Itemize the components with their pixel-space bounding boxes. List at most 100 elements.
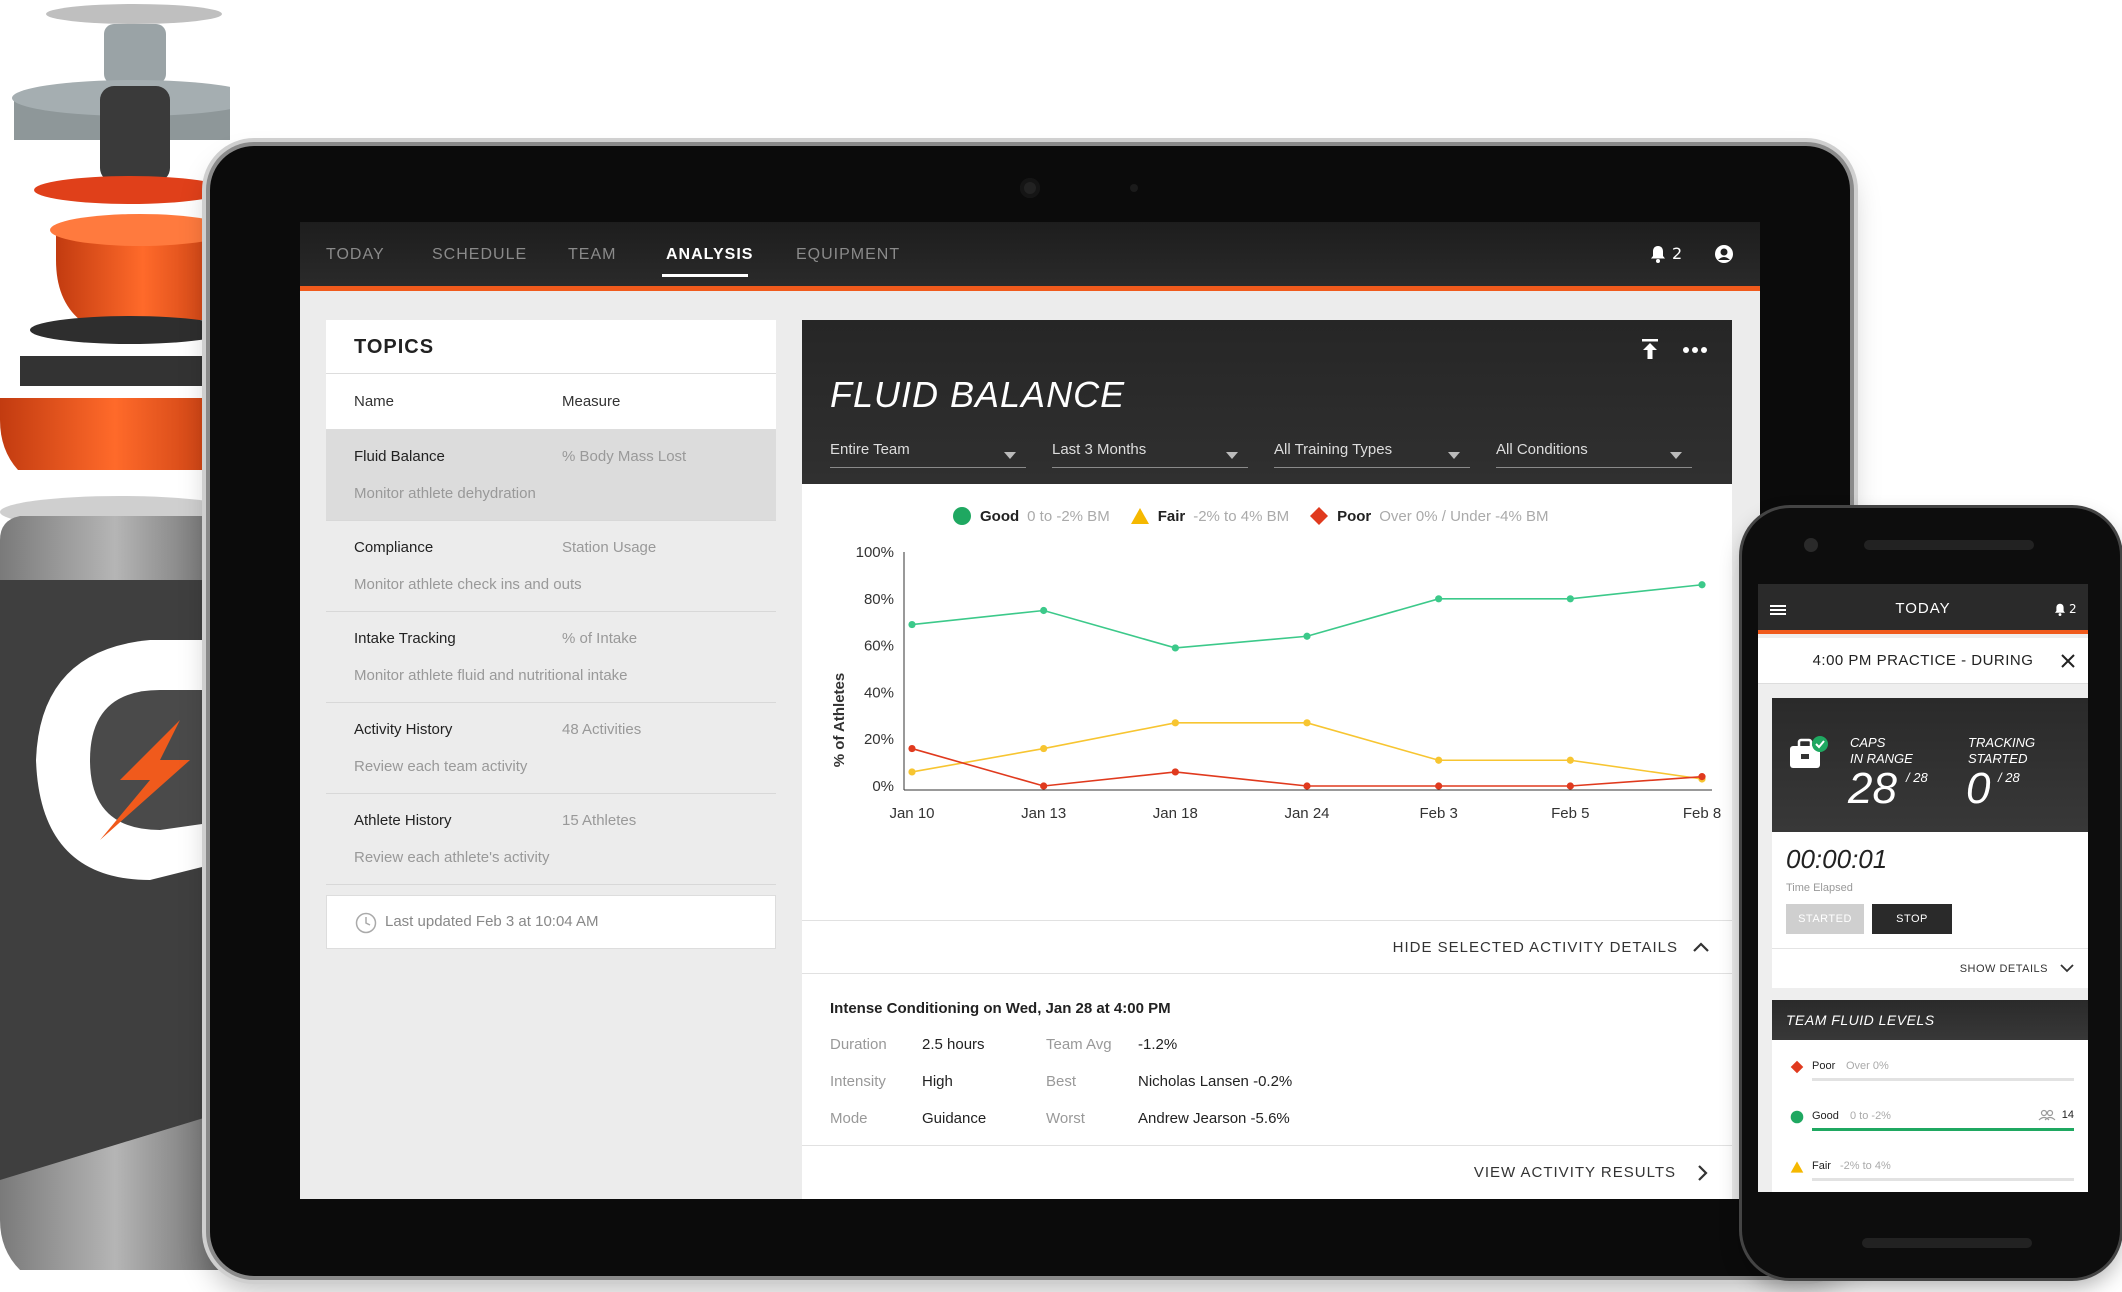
tablet-device: TODAY SCHEDULE TEAM ANALYSIS EQUIPMENT 2… — [210, 146, 1850, 1276]
fluid-level-row-fair[interactable]: Fair -2% to 4% — [1772, 1146, 2088, 1192]
nav-tab-today[interactable]: TODAY — [326, 246, 385, 264]
phone-device: TODAY 2 4:00 PM PRACTICE - DURING CAPS I… — [1742, 508, 2120, 1278]
x-tick-label: Jan 13 — [1021, 805, 1066, 822]
legend-label: Good — [980, 507, 1020, 525]
notification-count: 2 — [2069, 602, 2077, 616]
data-point-fair[interactable] — [1171, 719, 1179, 727]
filter-value: All Conditions — [1496, 441, 1588, 458]
chevron-down-icon — [2060, 964, 2074, 973]
level-count: 14 — [2038, 1109, 2074, 1121]
topic-measure: % Body Mass Lost — [562, 448, 687, 465]
activity-details: Intense Conditioning on Wed, Jan 28 at 4… — [830, 1000, 1710, 1127]
started-button[interactable]: STARTED — [1786, 904, 1864, 934]
legend-label: Fair — [1157, 507, 1186, 525]
red-diamond-icon — [1790, 1060, 1804, 1074]
filter-training-type-dropdown[interactable]: All Training Types — [1274, 438, 1470, 468]
topic-row-intake-tracking[interactable]: Intake Tracking % of Intake Monitor athl… — [326, 612, 776, 703]
chevron-down-icon — [1226, 452, 1238, 459]
stop-button[interactable]: STOP — [1872, 904, 1952, 934]
phone-notifications-button[interactable]: 2 — [2054, 602, 2077, 616]
topic-row-athlete-history[interactable]: Athlete History 15 Athletes Review each … — [326, 794, 776, 885]
y-axis-label: % of Athletes — [831, 673, 848, 767]
data-point-good[interactable] — [1303, 632, 1311, 640]
fluid-level-row-poor[interactable]: Poor Over 0% — [1772, 1046, 2088, 1096]
view-activity-results-button[interactable]: VIEW ACTIVITY RESULTS — [802, 1145, 1732, 1199]
worst-value: Andrew Jearson -5.6% — [1138, 1110, 1290, 1127]
data-point-poor[interactable] — [1171, 768, 1179, 776]
topic-description: Review each team activity — [354, 758, 528, 775]
data-point-good[interactable] — [1698, 581, 1706, 589]
more-options-icon[interactable] — [1682, 346, 1708, 354]
data-point-fair[interactable] — [1435, 756, 1443, 764]
phone-bottom-speaker — [1862, 1238, 2032, 1248]
data-point-good[interactable] — [1171, 644, 1179, 652]
nav-tab-team[interactable]: TEAM — [568, 246, 616, 264]
x-tick-label: Jan 18 — [1153, 805, 1198, 822]
nav-tab-analysis[interactable]: ANALYSIS — [666, 246, 753, 264]
fluid-level-row-good[interactable]: Good 0 to -2% 14 — [1772, 1096, 2088, 1146]
nav-tab-equipment[interactable]: EQUIPMENT — [796, 246, 900, 264]
data-point-fair[interactable] — [1303, 719, 1311, 727]
topic-measure: % of Intake — [562, 630, 638, 647]
data-point-fair[interactable] — [908, 768, 916, 776]
close-icon[interactable] — [2061, 654, 2075, 668]
filter-conditions-dropdown[interactable]: All Conditions — [1496, 438, 1692, 468]
topic-name: Activity History — [354, 721, 453, 738]
data-point-good[interactable] — [1435, 595, 1443, 603]
topic-description: Review each athlete's activity — [354, 849, 550, 866]
level-bar — [1812, 1178, 2074, 1181]
legend-item-poor: Poor Over 0% / Under -4% BM — [1309, 506, 1548, 526]
session-status-card: CAPS IN RANGE 28 / 28 TRACKING STARTED 0… — [1772, 698, 2088, 988]
team-avg-label: Team Avg — [1046, 1036, 1112, 1053]
data-point-poor[interactable] — [1040, 782, 1048, 790]
session-stats: CAPS IN RANGE 28 / 28 TRACKING STARTED 0… — [1772, 698, 2088, 832]
topic-row-compliance[interactable]: Compliance Station Usage Monitor athlete… — [326, 521, 776, 612]
data-point-poor[interactable] — [1435, 782, 1443, 790]
filter-value: All Training Types — [1274, 441, 1393, 458]
user-account-icon[interactable] — [1714, 244, 1734, 264]
topic-description: Monitor athlete fluid and nutritional in… — [354, 667, 628, 684]
topics-column-headers: Name Measure — [326, 374, 776, 430]
notifications-button[interactable]: 2 — [1650, 244, 1682, 263]
data-point-good[interactable] — [1040, 606, 1048, 615]
chevron-up-icon — [1693, 942, 1709, 952]
filter-value: Entire Team — [830, 441, 910, 458]
y-tick-label: 60% — [864, 638, 894, 655]
topic-name: Compliance — [354, 539, 434, 556]
filter-team-dropdown[interactable]: Entire Team — [830, 438, 1026, 468]
data-point-poor[interactable] — [908, 744, 916, 753]
hide-activity-details-toggle[interactable]: HIDE SELECTED ACTIVITY DETAILS — [802, 920, 1732, 974]
data-point-poor[interactable] — [1698, 773, 1706, 781]
duration-value: 2.5 hours — [922, 1036, 985, 1053]
mode-value: Guidance — [922, 1110, 987, 1127]
show-details-toggle[interactable]: SHOW DETAILS — [1772, 948, 2088, 988]
topic-measure: Station Usage — [562, 539, 657, 556]
tracking-total: / 28 — [1998, 770, 2020, 785]
level-range: 0 to -2% — [1850, 1110, 1891, 1122]
data-point-fair[interactable] — [1040, 744, 1048, 753]
filter-timeframe-dropdown[interactable]: Last 3 Months — [1052, 438, 1248, 468]
pin-to-top-icon[interactable] — [1640, 338, 1660, 360]
active-tab-indicator — [662, 274, 748, 277]
best-label: Best — [1046, 1073, 1077, 1090]
data-point-poor[interactable] — [1303, 782, 1311, 790]
topic-measure: 15 Athletes — [562, 812, 637, 829]
nav-tab-schedule[interactable]: SCHEDULE — [432, 246, 527, 264]
hide-details-label: HIDE SELECTED ACTIVITY DETAILS — [1392, 939, 1678, 956]
topic-row-fluid-balance[interactable]: Fluid Balance % Body Mass Lost Monitor a… — [326, 430, 776, 521]
intensity-label: Intensity — [830, 1073, 886, 1090]
column-header-name[interactable]: Name — [354, 393, 394, 410]
yellow-triangle-icon — [1130, 508, 1149, 524]
level-bar-fill — [1812, 1128, 2074, 1131]
data-point-good[interactable] — [908, 620, 916, 629]
topic-row-activity-history[interactable]: Activity History 48 Activities Review ea… — [326, 703, 776, 794]
data-point-good[interactable] — [1566, 595, 1574, 603]
data-point-fair[interactable] — [1566, 756, 1574, 764]
data-point-poor[interactable] — [1566, 782, 1574, 790]
intensity-value: High — [922, 1073, 953, 1090]
green-circle-icon — [1790, 1110, 1804, 1124]
column-header-measure[interactable]: Measure — [562, 393, 620, 410]
phone-screen: TODAY 2 4:00 PM PRACTICE - DURING CAPS I… — [1758, 584, 2088, 1192]
level-bar — [1812, 1078, 2074, 1081]
chevron-down-icon — [1448, 452, 1460, 459]
